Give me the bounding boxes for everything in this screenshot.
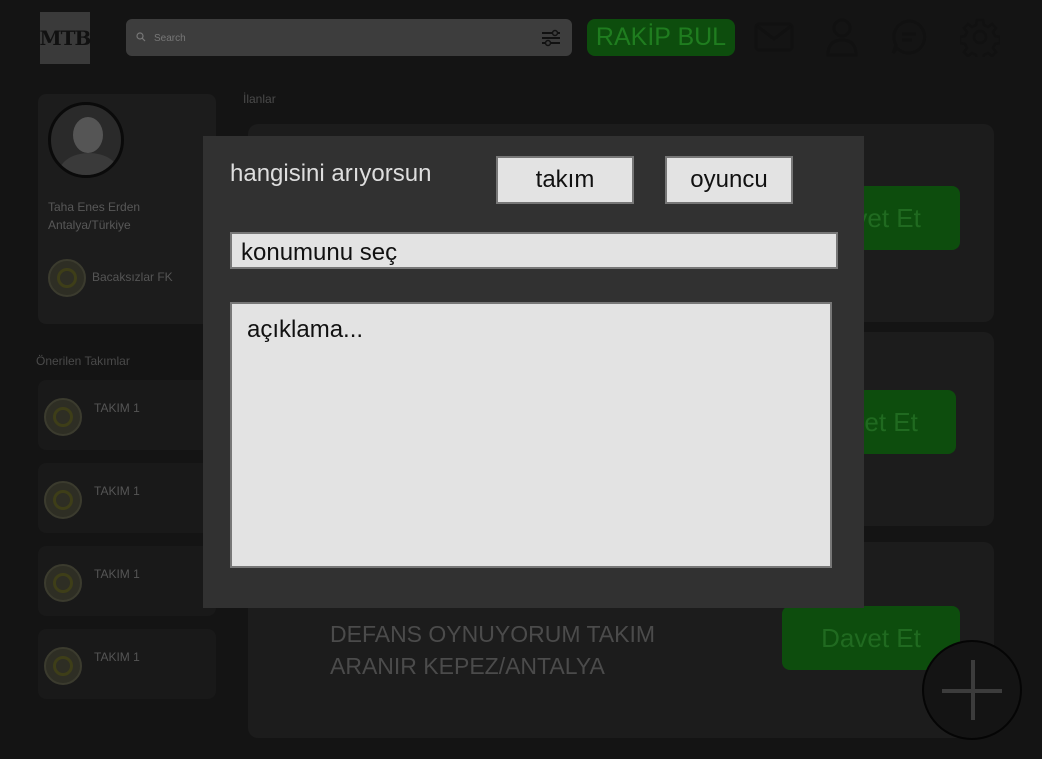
location-field[interactable] — [230, 232, 838, 269]
filter-icon[interactable] — [540, 29, 562, 47]
profile-team[interactable]: Bacaksızlar FK — [92, 270, 173, 284]
mail-icon[interactable] — [753, 16, 795, 58]
profile-card: Taha Enes Erden Antalya/Türkiye Bacaksız… — [38, 94, 216, 324]
feed-title: İlanlar — [243, 92, 276, 106]
team-badge-icon — [44, 564, 82, 602]
suggested-team-name: TAKIM 1 — [94, 484, 140, 498]
team-badge-icon — [44, 398, 82, 436]
search-icon — [136, 32, 146, 42]
app-logo[interactable]: MTB — [39, 12, 92, 64]
suggested-team-name: TAKIM 1 — [94, 567, 140, 581]
post-text: DEFANS OYNUYORUM TAKIM ARANIR KEPEZ/ANTA… — [330, 618, 655, 682]
search-modal: hangisini arıyorsun takım oyuncu — [203, 136, 864, 608]
modal-question: hangisini arıyorsun — [230, 160, 432, 187]
profile-location: Antalya/Türkiye — [48, 218, 131, 232]
team-badge-icon — [44, 481, 82, 519]
profile-name: Taha Enes Erden — [48, 200, 141, 214]
suggested-teams-title: Önerilen Takımlar — [36, 354, 130, 368]
suggested-team-card[interactable]: TAKIM 1 — [38, 546, 216, 616]
gear-icon[interactable] — [959, 16, 1001, 58]
user-icon[interactable] — [821, 16, 863, 58]
suggested-team-name: TAKIM 1 — [94, 650, 140, 664]
description-field[interactable] — [230, 302, 832, 568]
option-team-button[interactable]: takım — [496, 156, 634, 204]
suggested-team-card[interactable]: TAKIM 1 — [38, 463, 216, 533]
option-player-button[interactable]: oyuncu — [665, 156, 793, 204]
find-opponent-button[interactable]: RAKİP BUL — [587, 19, 735, 56]
post-text-line: DEFANS OYNUYORUM TAKIM — [330, 621, 656, 647]
search-bar[interactable] — [126, 19, 572, 56]
suggested-team-card[interactable]: TAKIM 1 — [38, 380, 216, 450]
chat-icon[interactable] — [888, 16, 930, 58]
add-post-button[interactable] — [922, 640, 1022, 740]
suggested-team-name: TAKIM 1 — [94, 401, 140, 415]
avatar[interactable] — [48, 102, 124, 178]
team-badge-icon — [44, 647, 82, 685]
post-text-line: ARANIR KEPEZ/ANTALYA — [330, 653, 605, 679]
team-badge-icon — [48, 259, 86, 297]
search-input[interactable] — [152, 27, 536, 49]
suggested-team-card[interactable]: TAKIM 1 — [38, 629, 216, 699]
logo-text: MTB — [39, 26, 92, 50]
